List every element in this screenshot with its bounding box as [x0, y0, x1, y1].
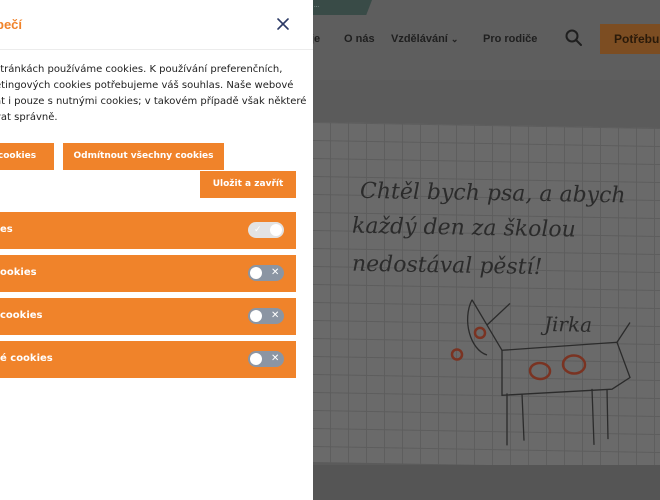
category-label: cookies [0, 310, 43, 321]
accept-all-cookies-button[interactable]: cookies [0, 143, 54, 170]
drawing-illustration: Chtěl bych psa, a abych každý den za ško… [352, 179, 631, 446]
chevron-down-icon: ⌄ [450, 34, 459, 44]
search-button[interactable] [563, 27, 585, 49]
toggle-knob [270, 224, 282, 236]
category-4-toggle[interactable]: ✕ [248, 351, 284, 367]
drawing-line-3: nedostával pěstí! [352, 252, 542, 280]
close-icon: ✕ [271, 267, 280, 278]
description-line: stránkách používáme cookies. K používání… [0, 64, 283, 75]
description-line: etingových cookies potřebujeme váš souhl… [0, 80, 294, 91]
nav-item-o-nas[interactable]: O nás [344, 33, 375, 45]
nav-item-pro-rodice[interactable]: Pro rodiče [483, 33, 537, 45]
category-label: es [0, 224, 13, 235]
panel-title: pečí [0, 17, 23, 32]
close-icon: ✕ [271, 310, 280, 321]
panel-header: pečí [0, 0, 313, 50]
category-label: é cookies [0, 353, 53, 364]
save-and-close-button[interactable]: Uložit a zavřít [200, 171, 296, 198]
close-button[interactable] [274, 15, 292, 33]
drawing-line-1: Chtěl bych psa, a abych [360, 179, 626, 209]
necessary-cookies-toggle[interactable]: ✓ [248, 222, 284, 238]
description-line: at i pouze s nutnými cookies; v takovém … [0, 96, 307, 107]
category-3-toggle[interactable]: ✕ [248, 308, 284, 324]
content-below [312, 465, 660, 500]
cookie-category-2[interactable]: ookies ✕ [0, 255, 296, 292]
cookie-category-3[interactable]: cookies ✕ [0, 298, 296, 335]
toggle-knob [250, 267, 262, 279]
nav-item-vzdelavani[interactable]: Vzdělávání ⌄ [391, 33, 458, 45]
nav-item-label: Vzdělávání [391, 33, 448, 45]
category-2-toggle[interactable]: ✕ [248, 265, 284, 281]
close-icon [277, 18, 289, 30]
cookie-consent-panel: pečí stránkách používáme cookies. K použ… [0, 0, 313, 500]
search-icon [565, 29, 582, 46]
reject-all-cookies-button[interactable]: Odmítnout všechny cookies [63, 143, 224, 170]
cta-button[interactable]: Potřebu [600, 24, 660, 54]
description-line: vat správně. [0, 112, 58, 123]
toggle-knob [250, 310, 262, 322]
toggle-knob [250, 353, 262, 365]
cookie-category-4[interactable]: é cookies ✕ [0, 341, 296, 378]
drawing-signature: Jirka [540, 312, 592, 337]
cookie-category-necessary[interactable]: es ✓ [0, 212, 296, 249]
drawing-line-2: každý den za školou [352, 214, 576, 243]
cookie-description: stránkách používáme cookies. K používání… [0, 62, 307, 126]
category-label: ookies [0, 267, 37, 278]
close-icon: ✕ [271, 353, 280, 364]
child-drawing-image: Chtěl bych psa, a abych každý den za ško… [312, 121, 660, 469]
check-icon: ✓ [254, 225, 262, 235]
